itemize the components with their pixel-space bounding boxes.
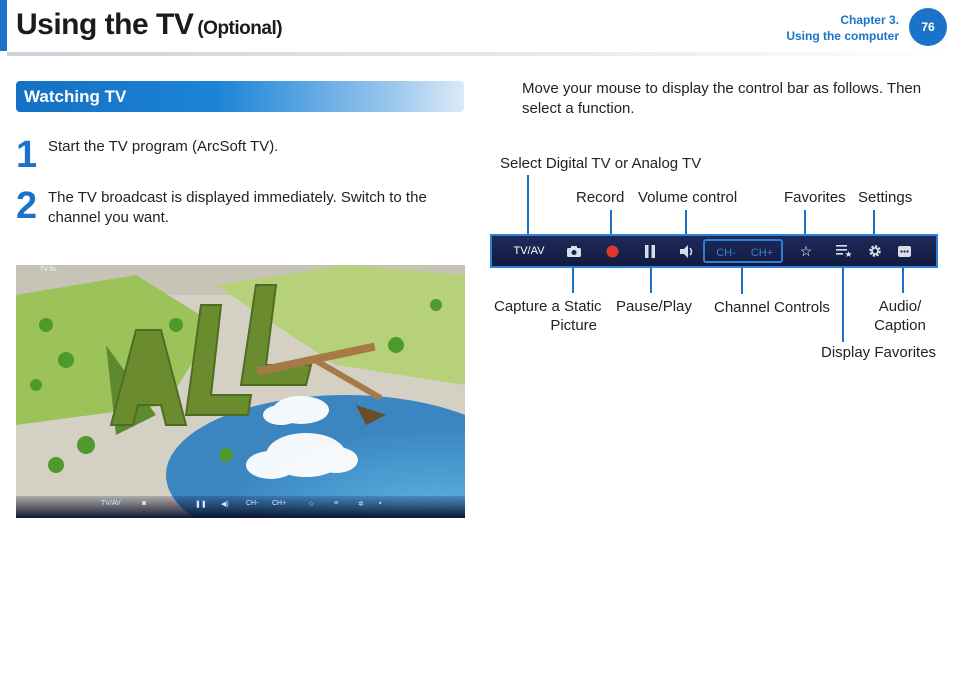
chapter-name: Using the computer: [786, 29, 899, 43]
connector-display-favorites: [842, 267, 844, 342]
connector-record: [610, 210, 612, 236]
pause-play-button[interactable]: [638, 236, 662, 266]
channel-down-button[interactable]: CH-: [711, 238, 741, 268]
shot-ch-plus: CH+: [272, 500, 287, 507]
channel-controls-group: CH- CH+: [703, 239, 783, 263]
pause-icon: [645, 244, 655, 258]
step-1-number: 1: [16, 134, 38, 176]
shot-volume-icon: ◀): [221, 501, 229, 508]
gear-icon: [869, 245, 881, 257]
step-2-number: 2: [16, 185, 38, 227]
label-audio-caption: Audio/ Caption: [868, 297, 932, 335]
label-audio-line1: Audio/: [878, 298, 922, 315]
display-favorites-button[interactable]: [832, 236, 856, 266]
tv-scene-image: [16, 265, 465, 518]
page-number-badge: 76: [909, 8, 947, 46]
shot-pause-icon: ❚❚: [195, 501, 207, 508]
connector-capture: [572, 267, 574, 293]
step-1-text: Start the TV program (ArcSoft TV).: [48, 138, 279, 155]
app-window-label: TV Sc: [40, 267, 57, 273]
label-capture-line1: Capture a Static: [494, 298, 602, 315]
favorites-list-icon: [836, 245, 852, 257]
connector-audio: [902, 267, 904, 293]
star-icon: ☆: [799, 242, 813, 259]
shot-tvav-button: TV/AV: [101, 500, 121, 507]
connector-favorites: [804, 210, 806, 236]
connector-channel: [741, 267, 743, 294]
volume-button[interactable]: [675, 236, 699, 266]
label-audio-line2: Caption: [874, 317, 926, 334]
shot-camera-icon: ◙: [142, 500, 147, 507]
connector-select-tv: [527, 175, 529, 236]
header-divider: [7, 52, 954, 56]
audio-caption-button[interactable]: [892, 236, 916, 266]
tv-control-bar: TV/AV CH- CH+ ☆: [490, 234, 938, 268]
tvav-button[interactable]: TV/AV: [506, 236, 552, 266]
label-record: Record: [576, 189, 625, 206]
header-accent-bar: [0, 0, 7, 51]
camera-icon: [567, 245, 581, 257]
shot-ch-minus: CH-: [246, 500, 259, 507]
label-display-favorites: Display Favorites: [821, 344, 937, 361]
label-settings: Settings: [858, 189, 913, 206]
settings-button[interactable]: [863, 236, 887, 266]
shot-settings-icon: ✲: [358, 501, 364, 508]
label-capture: Capture a Static Picture: [494, 297, 602, 335]
intro-text: Move your mouse to display the control b…: [522, 80, 922, 117]
connector-settings: [873, 210, 875, 236]
caption-icon: [897, 245, 911, 257]
camera-capture-button[interactable]: [562, 236, 586, 266]
step-2-text: The TV broadcast is displayed immediatel…: [48, 189, 427, 226]
record-icon: [606, 245, 618, 257]
favorite-button[interactable]: ☆: [794, 236, 818, 266]
connector-pause-play: [650, 267, 652, 293]
label-select-tv: Select Digital TV or Analog TV: [500, 155, 702, 172]
chapter-info: Chapter 3. Using the computer: [786, 12, 899, 44]
shot-favorites-list-icon: ≡: [334, 500, 339, 507]
page-subtitle: (Optional): [197, 18, 283, 39]
chapter-number: Chapter 3.: [840, 13, 899, 27]
shot-record-icon: ●: [168, 500, 173, 507]
record-button[interactable]: [600, 236, 624, 266]
page-title: Using the TV (Optional): [16, 8, 283, 41]
speaker-icon: [680, 244, 693, 258]
label-volume: Volume control: [638, 189, 738, 206]
label-favorites: Favorites: [784, 189, 846, 206]
label-channel-controls: Channel Controls: [714, 299, 830, 316]
section-title: Watching TV: [24, 87, 127, 106]
label-pause-play: Pause/Play: [616, 298, 692, 315]
connector-volume: [685, 210, 687, 236]
screenshot-control-bar: TV/AV ◙ ● ❚❚ ◀) CH- CH+ ☆ ≡ ✲ ▪: [16, 496, 465, 518]
shot-favorite-icon: ☆: [308, 501, 315, 508]
channel-up-button[interactable]: CH+: [747, 238, 777, 268]
label-capture-line2: Picture: [550, 317, 597, 334]
shot-caption-icon: ▪: [379, 500, 382, 507]
tv-app-screenshot: TV Sc TV/AV ◙ ● ❚❚ ◀) CH- CH+ ☆ ≡ ✲ ▪: [16, 265, 465, 518]
